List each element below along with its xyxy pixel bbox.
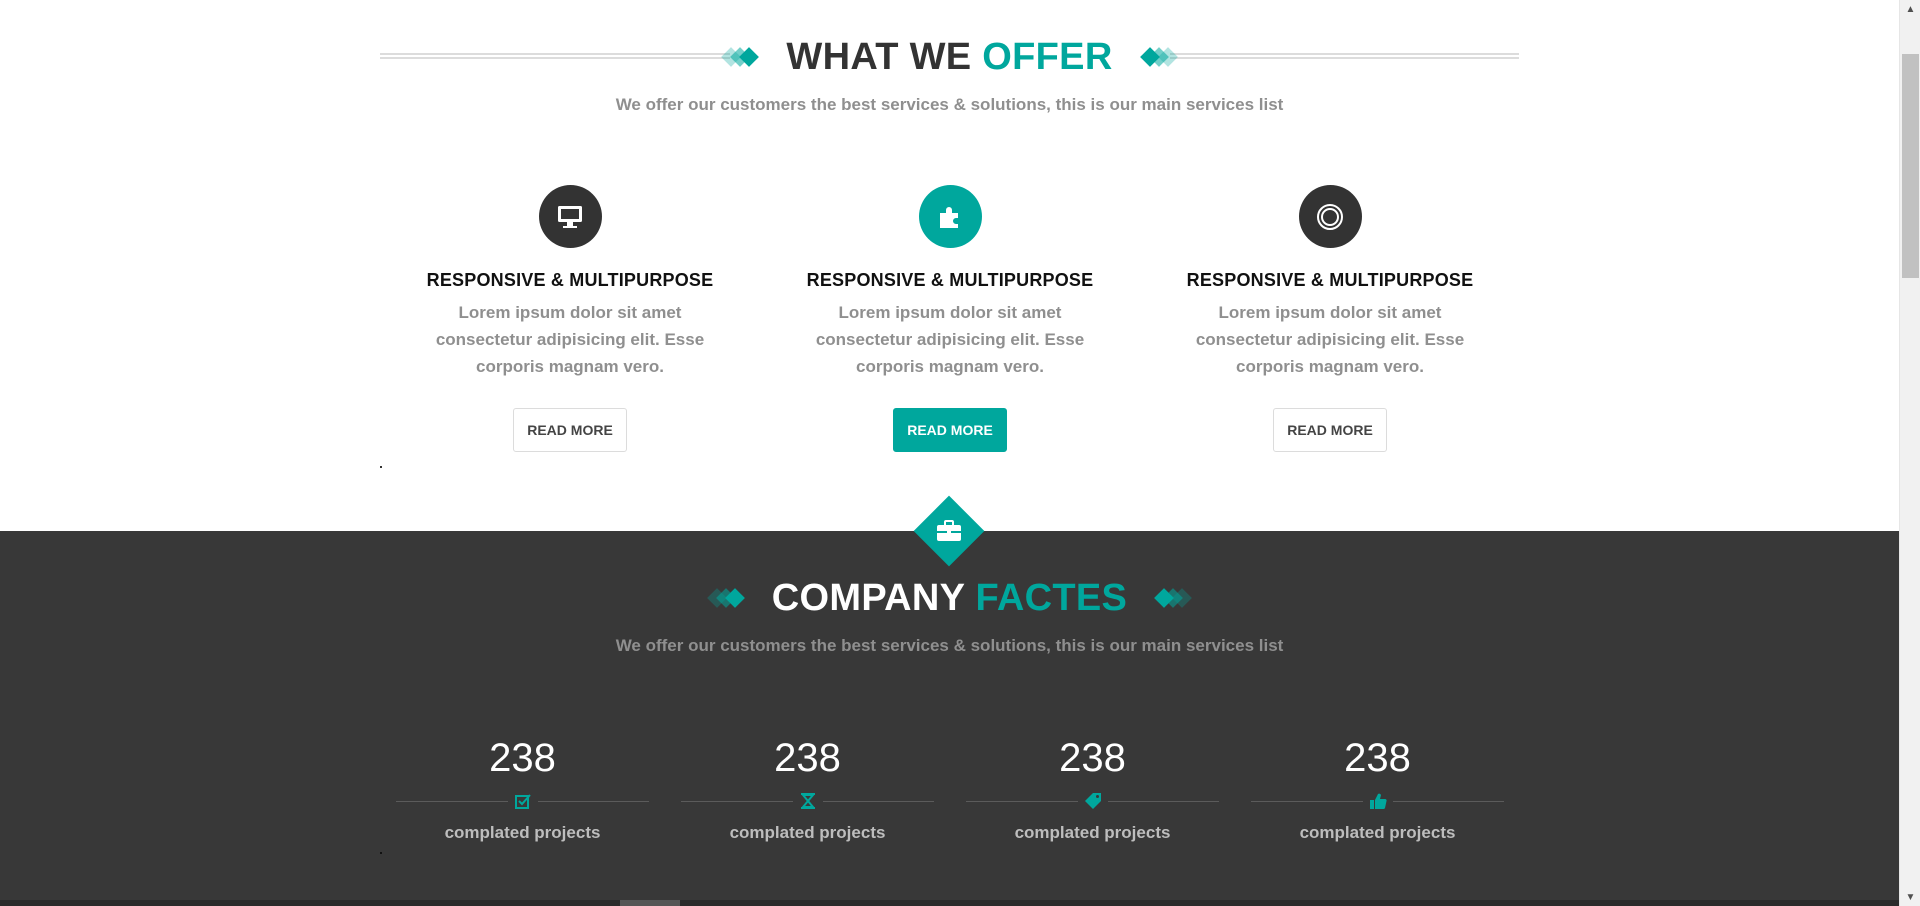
offer-title-row: WHAT WE OFFER [0,34,1899,80]
target-icon [1317,203,1343,230]
service-description: Lorem ipsum dolor sit amet consectetur a… [815,303,1085,376]
diamond-ornament-right-icon [1139,47,1178,67]
scroll-down-icon[interactable]: ▼ [1900,888,1920,906]
bottom-strip [0,900,1899,906]
counter-label: complated projects [444,823,601,842]
facts-title-dark: COMPANY [771,577,976,619]
service-description: Lorem ipsum dolor sit amet consectetur a… [435,303,705,376]
scroll-up-icon[interactable]: ▲ [1900,0,1920,18]
counters-list: 238 complated projects 238 complated pro… [380,734,1520,843]
counter-item: 238 complated projects [950,734,1235,843]
counter-number: 238 [489,736,556,780]
counter-divider [966,788,1219,814]
counter-item: 238 complated projects [1235,734,1520,843]
facts-title: COMPANY FACTES [772,575,1127,621]
offer-section: WHAT WE OFFER We offer our customers the… [0,0,1899,531]
service-icon-circle [1298,185,1362,248]
hourglass-icon [792,788,823,814]
service-icon-circle [538,185,602,248]
page: WHAT WE OFFER We offer our customers the… [0,0,1899,906]
service-card: RESPONSIVE & MULTIPURPOSE Lorem ipsum do… [380,185,760,452]
service-card: RESPONSIVE & MULTIPURPOSE Lorem ipsum do… [760,185,1140,452]
read-more-button[interactable]: READ MORE [893,408,1007,452]
facts-title-accent: FACTES [975,577,1128,619]
counter-item: 238 complated projects [665,734,950,843]
counter-divider [681,788,934,814]
stray-dot [380,466,382,468]
counter-label: complated projects [1299,823,1456,842]
diamond-ornament-left-icon [721,47,760,67]
read-more-button[interactable]: READ MORE [513,408,627,452]
facts-section: COMPANY FACTES We offer our customers th… [0,531,1899,906]
offer-subtitle: We offer our customers the best services… [615,95,1284,114]
facts-subtitle: We offer our customers the best services… [615,636,1284,655]
thumbs-up-icon [1362,788,1393,814]
counter-item: 238 complated projects [380,734,665,843]
puzzle-icon [940,206,958,228]
service-title: RESPONSIVE & MULTIPURPOSE [1186,270,1474,290]
facts-title-row: COMPANY FACTES [0,575,1899,621]
counter-number: 238 [1344,736,1411,780]
monitor-icon [558,205,582,228]
checkbox-icon [507,788,538,814]
offer-title-accent: OFFER [982,36,1113,78]
counter-label: complated projects [1014,823,1171,842]
service-card: RESPONSIVE & MULTIPURPOSE Lorem ipsum do… [1140,185,1520,452]
read-more-button[interactable]: READ MORE [1273,408,1387,452]
service-title: RESPONSIVE & MULTIPURPOSE [426,270,714,290]
counter-number: 238 [1059,736,1126,780]
diamond-ornament-left-icon [706,588,745,608]
diamond-ornament-right-icon [1154,588,1193,608]
scrollbar-thumb[interactable] [1902,54,1919,278]
vertical-scrollbar[interactable]: ▲ ▼ [1899,0,1920,906]
service-icon-circle [918,185,982,248]
stray-dot [380,852,382,854]
briefcase-icon [934,516,964,546]
offer-title: WHAT WE OFFER [786,34,1112,80]
counter-divider [1251,788,1504,814]
services-list: RESPONSIVE & MULTIPURPOSE Lorem ipsum do… [380,185,1520,452]
service-title: RESPONSIVE & MULTIPURPOSE [806,270,1094,290]
counter-label: complated projects [729,823,886,842]
service-description: Lorem ipsum dolor sit amet consectetur a… [1195,303,1465,376]
counter-number: 238 [774,736,841,780]
counter-divider [396,788,649,814]
offer-title-dark: WHAT WE [786,36,983,78]
bottom-strip-marker [620,900,680,906]
tag-icon [1077,788,1108,814]
